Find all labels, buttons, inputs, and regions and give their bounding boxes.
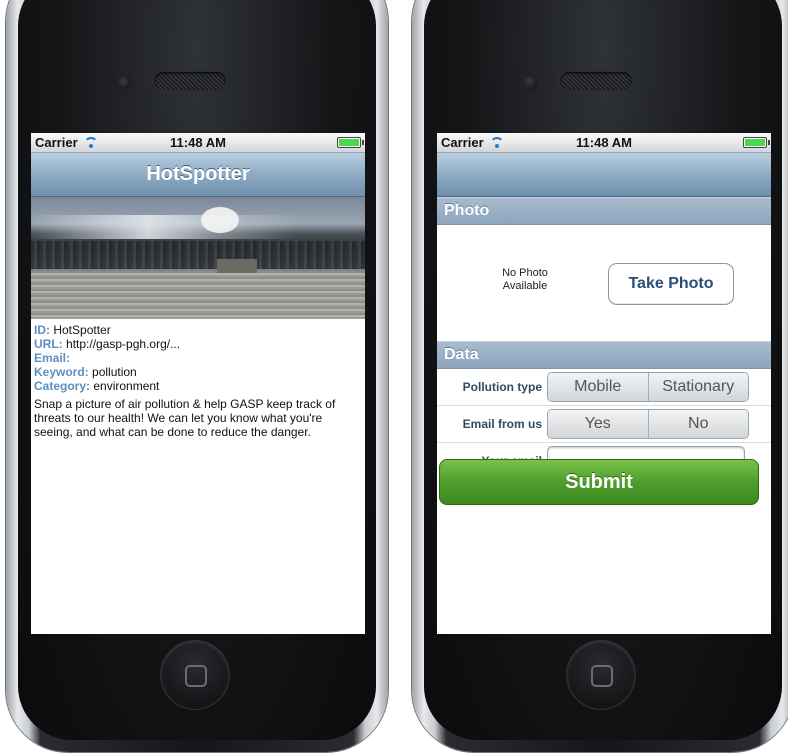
email-from-us-label: Email from us xyxy=(462,417,542,431)
option-mobile[interactable]: Mobile xyxy=(548,373,648,401)
carrier-label: Carrier xyxy=(441,135,484,150)
status-bar: Carrier 11:48 AM xyxy=(437,133,771,153)
left-screen: Carrier 11:48 AM HotSpotter ID: HotSpott… xyxy=(31,133,365,634)
speaker-grille xyxy=(560,72,632,90)
camera-icon xyxy=(118,76,131,89)
battery-icon xyxy=(743,137,770,148)
home-button[interactable] xyxy=(567,641,635,709)
info-category: Category: environment xyxy=(34,379,160,393)
carrier-label: Carrier xyxy=(35,135,78,150)
home-square-icon xyxy=(591,665,613,687)
url-link[interactable]: http://gasp-pgh.org/... xyxy=(66,337,180,351)
option-no[interactable]: No xyxy=(647,410,748,438)
home-button[interactable] xyxy=(161,641,229,709)
option-yes[interactable]: Yes xyxy=(548,410,648,438)
nav-bar-title: HotSpotter xyxy=(31,153,365,197)
email-from-us-row: Email from us Yes No xyxy=(437,406,771,443)
option-stationary[interactable]: Stationary xyxy=(647,373,748,401)
left-phone-frame: Carrier 11:48 AM HotSpotter ID: HotSpott… xyxy=(6,0,388,752)
pollution-photo xyxy=(31,197,365,319)
no-photo-label: No Photo Available xyxy=(502,267,548,292)
pollution-type-segmented: Mobile Stationary xyxy=(547,372,749,402)
right-screen: Carrier 11:48 AM Photo No Photo Availabl… xyxy=(437,133,771,634)
camera-icon xyxy=(524,76,537,89)
section-data: Data xyxy=(437,341,771,369)
submit-button[interactable]: Submit xyxy=(439,459,759,505)
photo-area: No Photo Available Take Photo xyxy=(437,225,771,341)
wifi-icon xyxy=(489,136,504,149)
battery-icon xyxy=(337,137,364,148)
take-photo-button[interactable]: Take Photo xyxy=(608,263,734,305)
pollution-type-label: Pollution type xyxy=(462,380,542,394)
app-info: ID: HotSpotter URL: http://gasp-pgh.org/… xyxy=(31,319,365,439)
info-url: URL: http://gasp-pgh.org/... xyxy=(34,337,181,351)
wifi-icon xyxy=(83,136,98,149)
status-bar: Carrier 11:48 AM xyxy=(31,133,365,153)
info-email: Email: xyxy=(34,351,71,365)
nav-bar xyxy=(437,153,771,197)
email-from-us-segmented: Yes No xyxy=(547,409,749,439)
info-id: ID: HotSpotter xyxy=(34,323,111,337)
pollution-type-row: Pollution type Mobile Stationary xyxy=(437,369,771,406)
info-description: Snap a picture of air pollution & help G… xyxy=(34,397,336,439)
speaker-grille xyxy=(154,72,226,90)
section-photo: Photo xyxy=(437,197,771,225)
home-square-icon xyxy=(185,665,207,687)
right-phone-frame: Carrier 11:48 AM Photo No Photo Availabl… xyxy=(412,0,788,752)
info-keyword: Keyword: pollution xyxy=(34,365,137,379)
